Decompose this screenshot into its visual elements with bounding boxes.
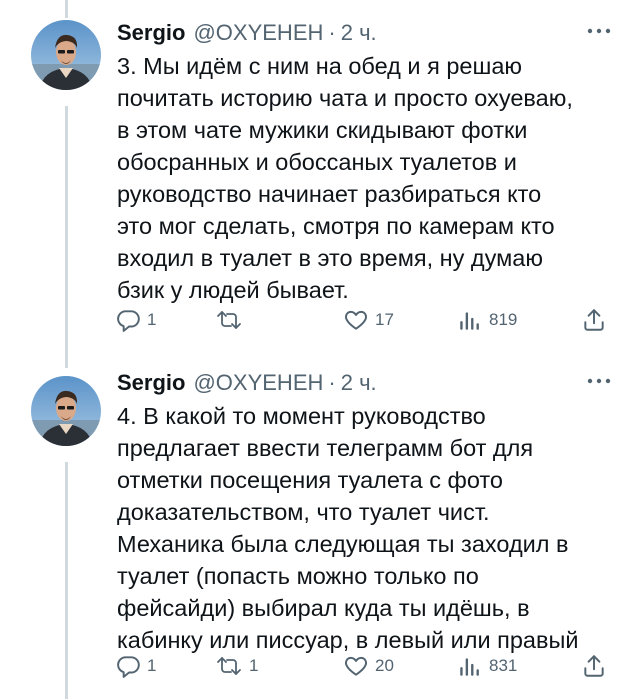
views-button[interactable]: 819 (457, 306, 517, 334)
tweet-header: Sergio @OXYEHEH · 2 ч. (117, 368, 377, 398)
reply-count: 1 (147, 310, 157, 329)
author-name[interactable]: Sergio (117, 370, 185, 396)
tweet-text-line: 3. Мы идём с ним на обед и я решаю (117, 53, 523, 79)
tweet-text-line: обосранных и обоссаных туалетов и (117, 149, 517, 175)
share-icon (581, 307, 607, 333)
heart-icon (343, 653, 369, 679)
retweet-count: 1 (249, 656, 259, 675)
views-icon (457, 307, 483, 333)
author-handle[interactable]: @OXYEHEH (193, 20, 323, 46)
tweet-text-line: это мог сделать, смотря по камерам кто (117, 213, 555, 239)
reply-icon (115, 307, 141, 333)
like-button[interactable]: 20 (343, 652, 394, 680)
tweet-text-line: Механика была следующая ты заходил в (117, 531, 569, 557)
views-button[interactable]: 831 (457, 652, 517, 680)
tweet-text-line: туалет (попасть можно только по (117, 563, 479, 589)
more-options-icon[interactable] (586, 374, 612, 388)
tweet-text-line: руководство начинает разбираться кто (117, 181, 542, 207)
tweet-text-line: доказательством, что туалет чист. (117, 499, 490, 525)
tweet-actions: 1 17 819 (115, 306, 610, 334)
share-icon (581, 653, 607, 679)
tweet-text-line: входил в туалет в это время, ну думаю (117, 245, 543, 271)
retweet-icon (215, 307, 243, 333)
reply-button[interactable]: 1 (115, 652, 156, 680)
tweet-text-line: предлагает ввести телеграмм бот для (117, 435, 534, 461)
reply-button[interactable]: 1 (115, 306, 156, 334)
views-count: 831 (489, 656, 518, 675)
tweet-text-line: отметки посещения туалета с фото (117, 467, 503, 493)
more-options-icon[interactable] (586, 24, 612, 38)
reply-count: 1 (147, 656, 157, 675)
tweet-header: Sergio @OXYEHEH · 2 ч. (117, 18, 377, 48)
share-button[interactable] (581, 652, 607, 680)
retweet-icon (215, 653, 243, 679)
like-button[interactable]: 17 (343, 306, 394, 334)
views-icon (457, 653, 483, 679)
author-handle[interactable]: @OXYEHEH (193, 370, 323, 396)
separator-dot: · (328, 20, 336, 45)
retweet-button[interactable] (215, 306, 249, 334)
tweet-timestamp[interactable]: 2 ч. (341, 370, 377, 396)
share-button[interactable] (581, 306, 607, 334)
tweet-text: 4. В какой то момент руководство предлаг… (117, 400, 617, 656)
tweet-text-line: 4. В какой то момент руководство (117, 403, 486, 429)
tweet-text-line: почитать историю чата и просто охуеваю, (117, 85, 573, 111)
tweet[interactable]: Sergio @OXYEHEH · 2 ч. 4. В какой то мом… (0, 356, 640, 699)
reply-icon (115, 653, 141, 679)
tweet-text: 3. Мы идём с ним на обед и я решаю почит… (117, 50, 617, 306)
avatar[interactable] (31, 20, 101, 90)
tweet-text-line: в этом чате мужики скидывают фотки (117, 117, 528, 143)
like-count: 20 (375, 656, 394, 675)
like-count: 17 (375, 310, 394, 329)
author-name[interactable]: Sergio (117, 20, 185, 46)
retweet-button[interactable]: 1 (215, 652, 258, 680)
avatar[interactable] (31, 376, 101, 446)
separator-dot: · (328, 370, 336, 395)
tweet-text-line: бзик у людей бывает. (117, 277, 349, 303)
tweet-text-line: фейсайди) выбирал куда ты идёшь, в (117, 595, 530, 621)
heart-icon (343, 307, 369, 333)
tweet-actions: 1 1 20 831 (115, 652, 610, 680)
tweet[interactable]: Sergio @OXYEHEH · 2 ч. 3. Мы идём с ним … (0, 0, 640, 356)
tweet-timestamp[interactable]: 2 ч. (341, 20, 377, 46)
views-count: 819 (489, 310, 518, 329)
